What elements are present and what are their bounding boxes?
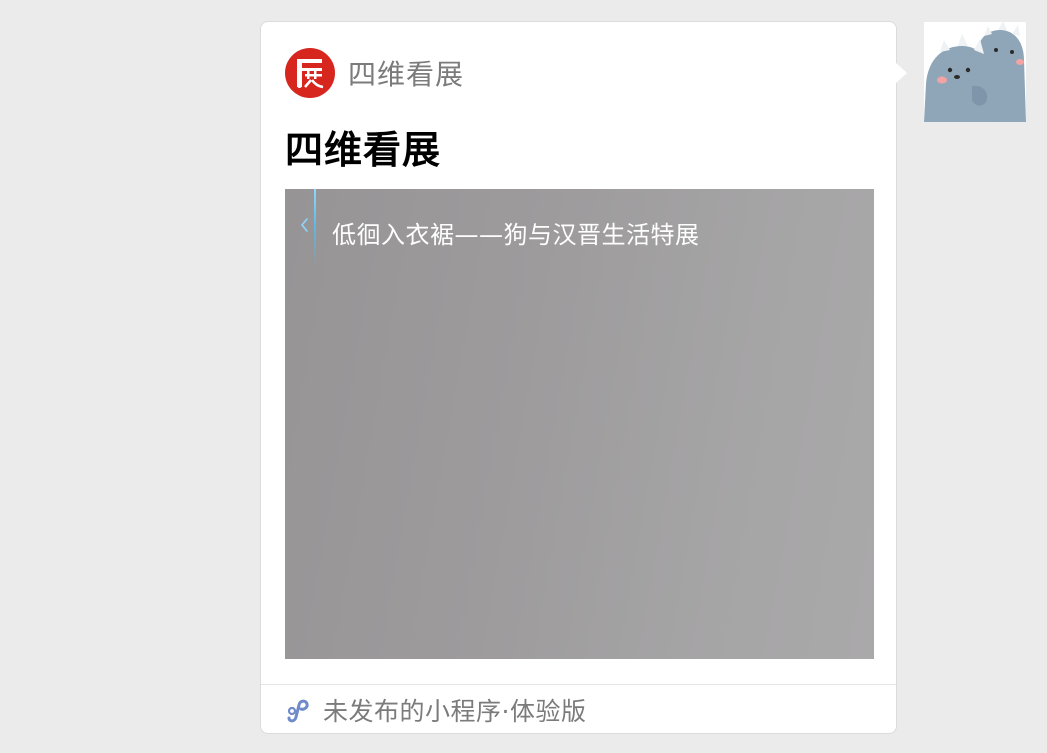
mini-program-link-icon bbox=[285, 697, 311, 723]
app-name: 四维看展 bbox=[348, 58, 465, 91]
exhibition-logo-icon bbox=[285, 48, 335, 98]
chevron-left-icon bbox=[297, 215, 311, 235]
dinosaur-avatar-icon[interactable] bbox=[924, 22, 1026, 122]
mini-program-message-card[interactable]: 四维看展 四维看展 低徊入衣裾——狗与汉晋生活特展 未发布的小程序·体验版 bbox=[260, 21, 897, 734]
footer-divider bbox=[261, 684, 896, 685]
mini-program-label: 未发布的小程序·体验版 bbox=[323, 697, 587, 726]
card-footer: 未发布的小程序·体验版 bbox=[285, 693, 586, 727]
page-preview-thumbnail[interactable]: 低徊入衣裾——狗与汉晋生活特展 bbox=[285, 189, 874, 659]
card-title: 四维看展 bbox=[285, 128, 442, 172]
preview-accent-line bbox=[314, 189, 316, 265]
card-header: 四维看展 bbox=[285, 48, 464, 98]
bubble-tail bbox=[896, 63, 907, 83]
preview-page-title: 低徊入衣裾——狗与汉晋生活特展 bbox=[332, 221, 700, 249]
